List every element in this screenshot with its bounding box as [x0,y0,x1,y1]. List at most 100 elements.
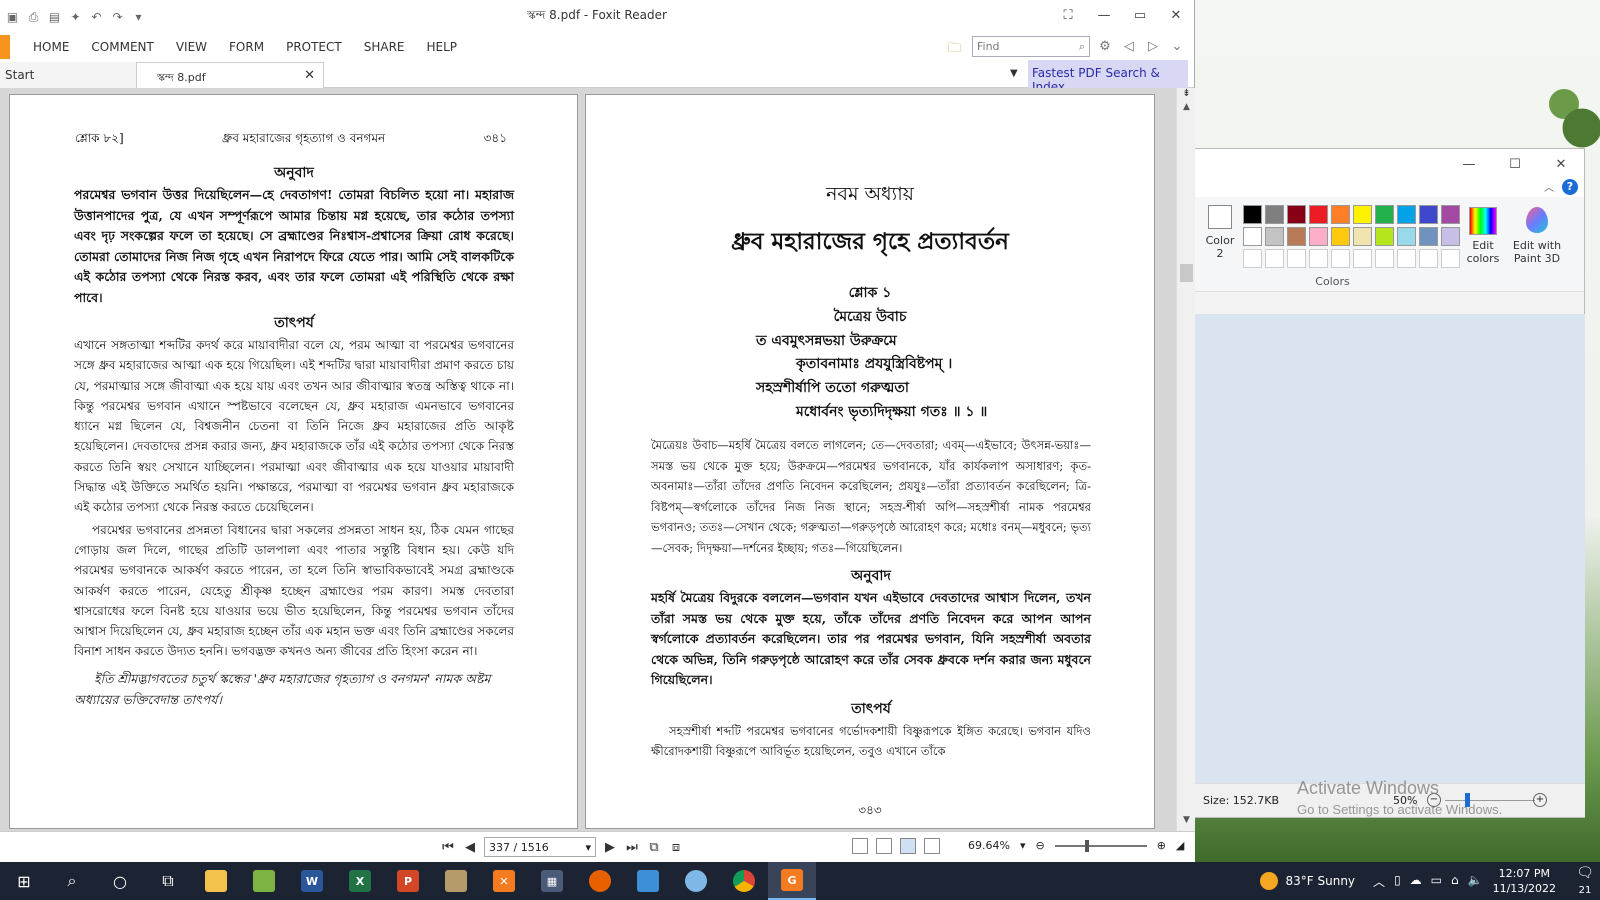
color-swatch[interactable] [1309,205,1328,224]
color-swatch[interactable] [1375,227,1394,246]
continuous-facing-icon[interactable] [924,838,940,854]
first-page-icon[interactable]: ⏮ [440,838,456,856]
installer-icon[interactable] [432,862,480,900]
color-swatch[interactable] [1441,205,1460,224]
facing-icon[interactable] [900,838,916,854]
tab-document[interactable]: স্কন্দ 8.pdf ✕ [136,62,324,88]
previous-view-icon[interactable]: ⧉ [646,838,662,856]
help-icon[interactable]: ? [1562,179,1578,195]
custom-color-slot[interactable] [1375,249,1394,268]
vertical-scrollbar[interactable]: ⇟ ▲ ▼ [1176,88,1195,831]
ribbon-collapse-icon[interactable]: ︿ [1544,179,1554,194]
zoom-dropdown-icon[interactable]: ▾ [1020,839,1026,852]
calculator-icon[interactable]: ▦ [528,862,576,900]
device-icon[interactable]: ▯ [1394,873,1401,890]
ribbon-collapse-icon[interactable]: ⌄ [1168,38,1186,56]
custom-color-slot[interactable] [1309,249,1328,268]
custom-color-slot[interactable] [1397,249,1416,268]
notepad-icon[interactable] [240,862,288,900]
close-tab-icon[interactable]: ✕ [304,68,315,83]
redo-icon[interactable]: ↷ [109,9,126,26]
excel-icon[interactable]: X [336,862,384,900]
paint-maximize-button[interactable]: ☐ [1492,149,1538,179]
find-input[interactable]: Find ⌕ [972,36,1090,57]
color-swatch[interactable] [1287,205,1306,224]
undo-icon[interactable]: ↶ [88,9,105,26]
maximize-button[interactable]: ▭ [1122,0,1158,30]
previous-page-icon[interactable]: ◀ [462,838,478,856]
custom-color-slot[interactable] [1353,249,1372,268]
zoom-value[interactable]: 69.64% [968,839,1010,852]
notification-center-icon[interactable]: 🗨21 [1570,865,1600,897]
show-hidden-icons-chevron-icon[interactable]: ︿ [1373,873,1385,890]
foxit-reader-taskbar-icon[interactable]: G [768,862,816,900]
onedrive-cloud-icon[interactable]: ☁ [1410,873,1422,890]
paint-minimize-button[interactable]: — [1446,149,1492,179]
tab-start[interactable]: Start [0,62,138,88]
custom-color-slot[interactable] [1419,249,1438,268]
file-explorer-icon[interactable] [192,862,240,900]
windows-start-icon[interactable]: ⊞ [0,862,48,900]
paint-icon[interactable] [672,862,720,900]
menu-view[interactable]: VIEW [165,34,218,60]
cortana-icon[interactable]: ○ [96,862,144,900]
paint-close-button[interactable]: ✕ [1538,149,1584,179]
color-swatch[interactable] [1243,205,1262,224]
custom-color-slot[interactable] [1331,249,1350,268]
chrome-icon[interactable] [720,862,768,900]
color-swatch[interactable] [1397,205,1416,224]
firefox-icon[interactable] [576,862,624,900]
customize-chevron-icon[interactable]: ▾ [130,9,147,26]
zoom-out-icon[interactable]: ⊖ [1035,839,1044,852]
display-icon[interactable]: ▭ [1431,873,1442,890]
next-page-icon[interactable]: ▶ [602,838,618,856]
task-view-icon[interactable]: ⧉ [144,862,192,900]
color-swatch[interactable] [1309,227,1328,246]
scroll-up-icon[interactable]: ▲ [1177,102,1196,118]
page-number-input[interactable]: 337 / 1516 ▾ [484,837,596,857]
search-icon[interactable]: ⌕ [1079,40,1085,54]
paint-zoom-in-icon[interactable]: + [1533,793,1547,807]
clock[interactable]: 12:07 PM 11/13/2022 [1493,866,1556,896]
color-swatch[interactable] [1331,205,1350,224]
color-swatch[interactable] [1419,227,1438,246]
word-icon[interactable]: W [288,862,336,900]
scroll-thumb[interactable] [1180,264,1193,282]
last-page-icon[interactable]: ⏭ [624,838,640,856]
color-swatch[interactable] [1265,205,1284,224]
previous-result-icon[interactable]: ◁ [1120,38,1138,56]
volume-icon[interactable]: 🔈 [1468,873,1483,890]
custom-color-slot[interactable] [1441,249,1460,268]
file-tab[interactable] [0,35,10,59]
custom-color-slot[interactable] [1243,249,1262,268]
close-button[interactable]: ✕ [1158,0,1194,30]
menu-help[interactable]: HELP [416,34,469,60]
resize-grip-icon[interactable]: ◢ [1176,839,1184,852]
custom-color-slot[interactable] [1287,249,1306,268]
color2-button[interactable]: Color 2 [1203,205,1237,260]
app-blue-icon[interactable] [624,862,672,900]
new-icon[interactable]: ✦ [67,9,84,26]
color-swatch[interactable] [1353,227,1372,246]
menu-home[interactable]: HOME [22,34,80,60]
menu-share[interactable]: SHARE [353,34,416,60]
color-swatch[interactable] [1353,205,1372,224]
tab-list-chevron-icon[interactable]: ▼ [1010,68,1018,79]
page-dropdown-icon[interactable]: ▾ [585,841,591,854]
single-page-icon[interactable] [852,838,868,854]
zoom-slider[interactable] [1054,839,1147,852]
folder-search-icon[interactable]: 🗀 [948,39,966,56]
powerpoint-icon[interactable]: P [384,862,432,900]
app-orange-icon[interactable]: ✕ [480,862,528,900]
edit-with-paint3d-button[interactable]: Edit with Paint 3D [1507,207,1567,265]
next-view-icon[interactable]: ⧈ [668,838,684,856]
scroll-down-icon[interactable]: ▼ [1177,815,1196,831]
next-result-icon[interactable]: ▷ [1144,38,1162,56]
search-icon[interactable]: ⌕ [48,862,96,900]
menu-comment[interactable]: COMMENT [80,34,164,60]
save-icon[interactable]: ▣ [4,9,21,26]
color-swatch[interactable] [1331,227,1350,246]
custom-color-slot[interactable] [1265,249,1284,268]
network-icon[interactable]: ⌂ [1451,873,1459,890]
color-swatch[interactable] [1287,227,1306,246]
